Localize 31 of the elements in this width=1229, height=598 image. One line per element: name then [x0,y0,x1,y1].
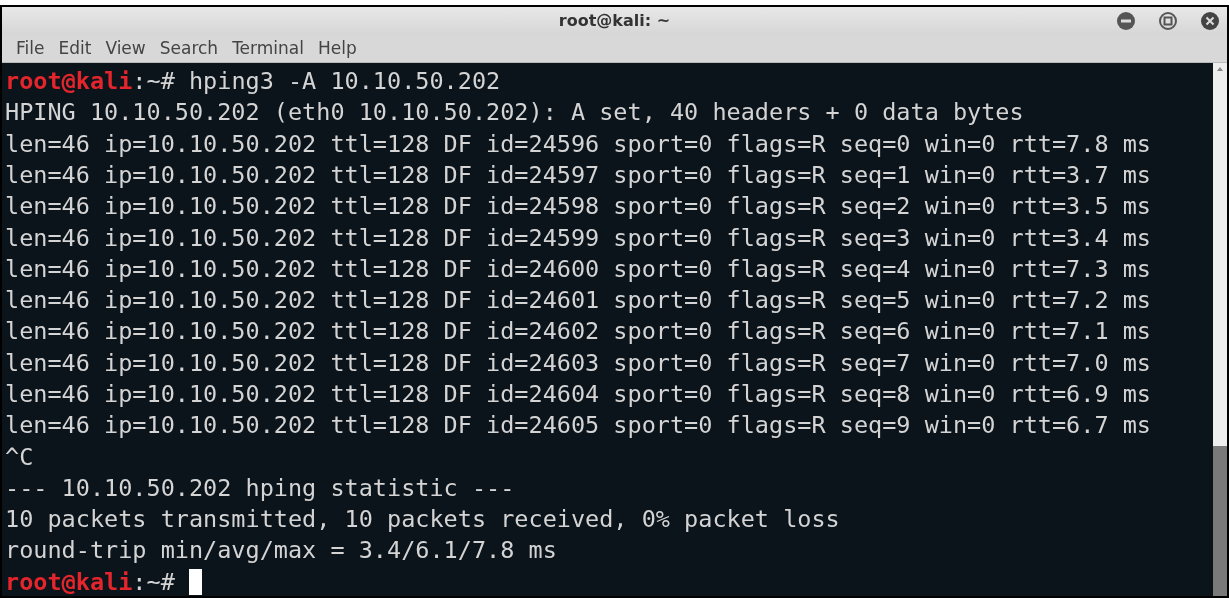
command-line: :~# hping3 -A 10.10.50.202 [132,66,501,98]
output-line: len=46 ip=10.10.50.202 ttl=128 DF id=24598 sport=0 flags=R seq=2 win=0 rtt=3.5 ms [5,191,1151,223]
menu-item[interactable]: Edit [52,35,98,62]
menu-item[interactable]: File [10,35,51,62]
output-line: len=46 ip=10.10.50.202 ttl=128 DF id=24605 sport=0 flags=R seq=9 win=0 rtt=6.7 ms [5,410,1151,442]
output-line: len=46 ip=10.10.50.202 ttl=128 DF id=24596 sport=0 flags=R seq=0 win=0 rtt=7.8 ms [5,128,1151,160]
minimize-icon[interactable] [1117,12,1135,30]
close-icon[interactable] [1201,12,1219,30]
prompt-user: root@kali [5,66,133,98]
output-line: HPING 10.10.50.202 (eth0 10.10.50.202): A set, 40 headers + 0 data bytes [5,97,1024,129]
output-line: len=46 ip=10.10.50.202 ttl=128 DF id=24602 sport=0 flags=R seq=6 win=0 rtt=7.1 ms [5,316,1151,348]
menu-item[interactable]: View [99,35,152,62]
scrollbar-thumb[interactable] [1213,446,1227,596]
output-line: len=46 ip=10.10.50.202 ttl=128 DF id=24599 sport=0 flags=R seq=3 win=0 rtt=3.4 ms [5,222,1151,254]
output-line: 10 packets transmitted, 10 packets received, 0% packet loss [5,504,840,536]
window-title: root@kali: ~ [558,10,671,32]
menu-item[interactable]: Search [153,35,225,62]
menu-item[interactable]: Terminal [226,35,310,62]
output-line: ^C [5,441,34,473]
output-line: --- 10.10.50.202 hping statistic --- [5,472,515,504]
maximize-icon[interactable] [1159,12,1177,30]
output-line: len=46 ip=10.10.50.202 ttl=128 DF id=24603 sport=0 flags=R seq=7 win=0 rtt=7.0 ms [5,347,1151,379]
output-line: len=46 ip=10.10.50.202 ttl=128 DF id=24601 sport=0 flags=R seq=5 win=0 rtt=7.2 ms [5,285,1151,317]
output-line: len=46 ip=10.10.50.202 ttl=128 DF id=24597 sport=0 flags=R seq=1 win=0 rtt=3.7 ms [5,159,1151,191]
command-line: :~# [132,564,202,596]
output-line: round-trip min/avg/max = 3.4/6.1/7.8 ms [5,535,557,567]
menu-item[interactable]: Help [311,35,363,62]
output-line: len=46 ip=10.10.50.202 ttl=128 DF id=24600 sport=0 flags=R seq=4 win=0 rtt=7.3 ms [5,253,1151,285]
prompt-user: root@kali [5,566,133,596]
scrollbar[interactable] [1213,63,1227,596]
output-line: len=46 ip=10.10.50.202 ttl=128 DF id=24604 sport=0 flags=R seq=8 win=0 rtt=6.9 ms [5,379,1151,410]
